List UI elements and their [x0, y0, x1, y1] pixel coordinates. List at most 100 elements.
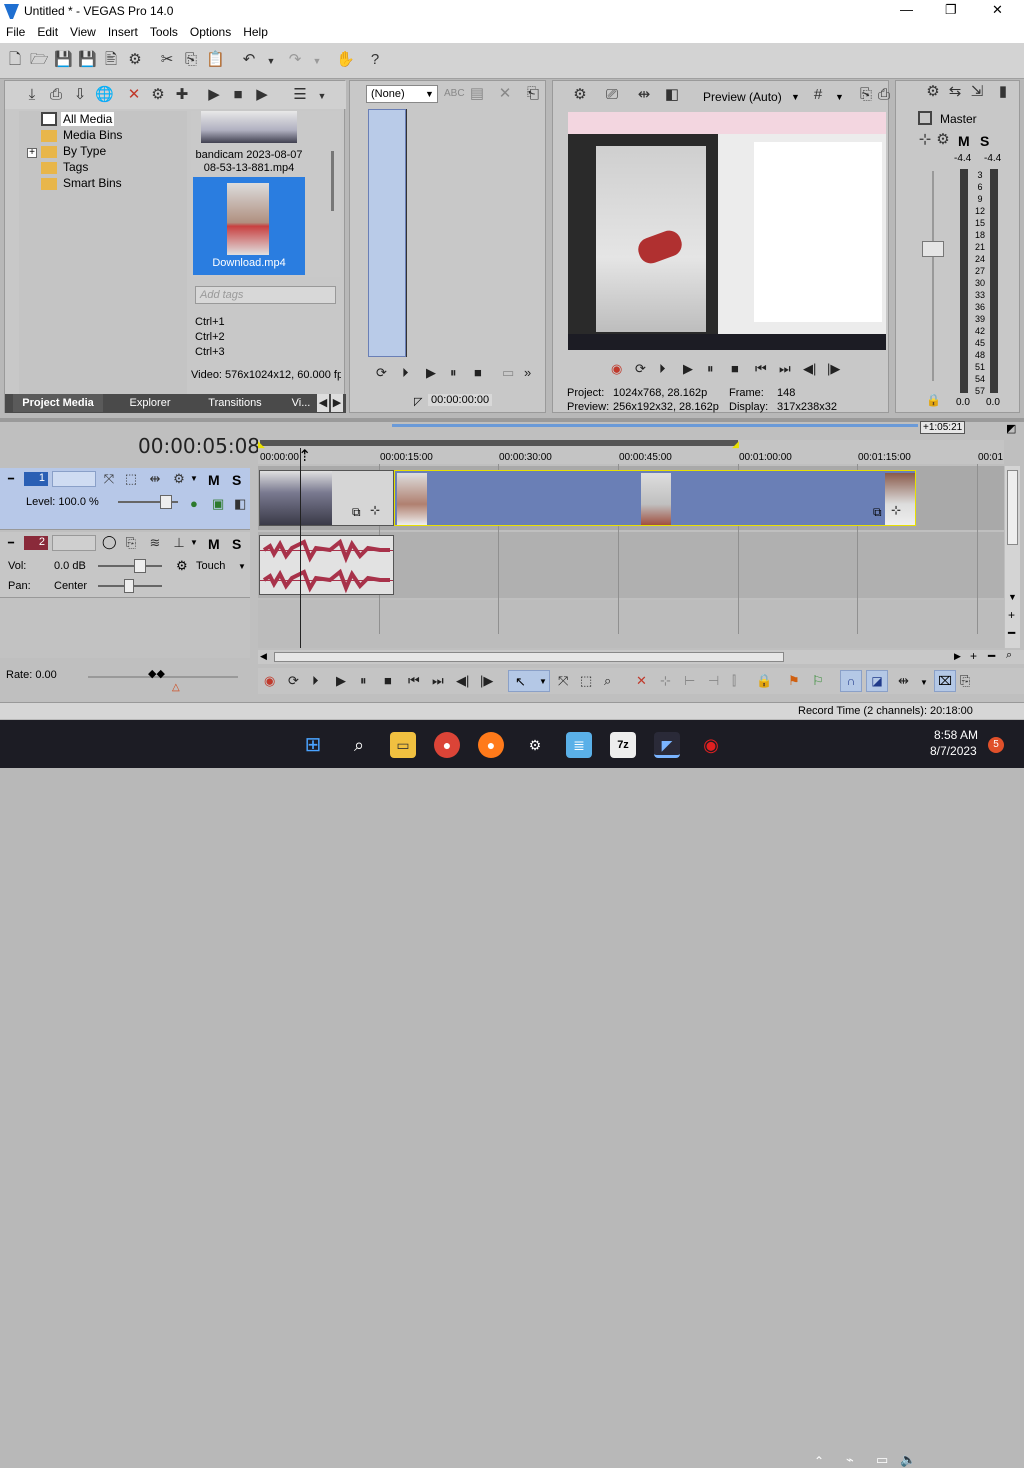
recorder-icon[interactable]: ◉ [698, 732, 724, 758]
chevron-down-icon[interactable]: ▼ [238, 562, 246, 571]
composite-icon[interactable]: ⇹ [146, 470, 164, 488]
go-to-end-icon[interactable]: ⏭ [432, 673, 444, 689]
previous-frame-icon[interactable]: ◀| [456, 673, 469, 689]
shortcut-3[interactable]: Ctrl+3 [195, 346, 336, 361]
track-list-scroll-icon[interactable]: ◩ [1006, 422, 1016, 435]
clear-icon[interactable]: ✕ [496, 85, 514, 103]
render-icon[interactable]: 🖹 [102, 51, 120, 69]
timeline-hscroll[interactable]: ◀ ▶ + ━ ⌕ [258, 649, 1024, 664]
mute-button[interactable]: M [208, 472, 220, 488]
next-frame-icon[interactable]: |▶ [827, 361, 840, 377]
undo-dropdown-icon[interactable]: ▼ [262, 52, 280, 70]
slider-thumb[interactable] [160, 495, 172, 509]
tree-item-tags[interactable]: Tags [41, 160, 131, 176]
overwrite-icon[interactable]: ▭ [502, 365, 514, 381]
menu-view[interactable]: View [64, 23, 102, 41]
notification-badge[interactable]: 5 [988, 737, 1004, 753]
tab-scroll-left-icon[interactable]: ◀ [317, 394, 329, 412]
selection-edit-icon[interactable]: ⬚ [580, 673, 592, 689]
stop-icon[interactable]: ■ [474, 365, 482, 381]
menu-help[interactable]: Help [237, 23, 274, 41]
views-icon[interactable]: ☰ [291, 86, 309, 104]
play-icon[interactable]: ▶ [336, 673, 346, 689]
level-slider[interactable] [118, 495, 178, 509]
master-fx-icon[interactable]: ⇆ [946, 83, 964, 101]
scroll-down-icon[interactable]: ▼ [1008, 592, 1017, 602]
trim-end-icon[interactable]: ⊣ [708, 673, 719, 689]
capture-icon[interactable]: ⎙ [47, 86, 65, 104]
tree-item-by-type[interactable]: By Type [41, 144, 131, 160]
record-icon[interactable]: ◉ [264, 673, 275, 689]
chevron-down-icon[interactable]: ▼ [920, 678, 928, 687]
audio-clip[interactable] [259, 535, 394, 595]
chevron-down-icon[interactable]: ▼ [190, 474, 198, 483]
downmix-icon[interactable]: ⇲ [968, 83, 986, 101]
views-dropdown-icon[interactable]: ▼ [313, 87, 331, 105]
track-gear-icon[interactable]: ⚙ [170, 470, 188, 488]
scroll-right-icon[interactable]: ▶ [954, 651, 961, 662]
media-thumb-download-selected[interactable]: Download.mp4 [193, 177, 305, 275]
get-media-icon[interactable]: ⇩ [71, 86, 89, 104]
vegas-app-icon[interactable]: ◤ [654, 732, 680, 758]
tab-video-fx[interactable]: Vi... [289, 394, 313, 412]
trimmer-options-icon[interactable]: ⎗ [524, 85, 542, 103]
auto-preview-icon[interactable]: ▶ [253, 86, 271, 104]
hscroll-thumb[interactable] [274, 652, 784, 662]
trimmer-preset-select[interactable]: (None) ▼ [366, 85, 438, 103]
clock-time[interactable]: 8:58 AM [934, 728, 978, 742]
menu-options[interactable]: Options [184, 23, 237, 41]
menu-file[interactable]: File [0, 23, 31, 41]
play-icon[interactable]: ▶ [205, 86, 223, 104]
playhead-cursor[interactable] [300, 448, 301, 648]
vol-slider[interactable] [98, 559, 162, 573]
loop-icon[interactable]: ⟳ [288, 673, 299, 689]
zoom-out-icon[interactable]: ━ [1008, 626, 1015, 640]
minimize-button[interactable]: — [900, 2, 913, 17]
tree-item-smart-bins[interactable]: Smart Bins [41, 176, 131, 192]
go-to-start-icon[interactable]: ⏮ [755, 361, 767, 377]
dim-output-icon[interactable]: ▮ [994, 83, 1012, 101]
save-as-icon[interactable]: 💾 [78, 51, 97, 69]
tab-project-media[interactable]: Project Media [13, 394, 103, 412]
master-mute-button[interactable]: M [958, 133, 970, 149]
more-icon[interactable]: » [524, 365, 531, 381]
lock-icon[interactable]: 🔒 [926, 393, 941, 407]
file-explorer-icon[interactable]: ▭ [390, 732, 416, 758]
expand-icon[interactable]: + [27, 148, 37, 158]
tags-input[interactable]: Add tags [195, 286, 336, 304]
trim-start-icon[interactable]: ⊢ [684, 673, 695, 689]
close-button[interactable]: ✕ [992, 2, 1003, 18]
rate-slider-thumb[interactable]: ◆◆ [148, 667, 165, 680]
video-clip-download[interactable]: ⧉ ⊹ [394, 470, 916, 526]
pause-icon[interactable]: ⏸ [360, 673, 367, 689]
volume-icon[interactable]: 🔈 [900, 1452, 916, 1468]
cut-icon[interactable]: ✂ [158, 51, 176, 69]
automation-icon[interactable]: ≋ [146, 534, 164, 552]
web-icon[interactable]: 🌐 [95, 86, 114, 104]
slider-thumb[interactable] [134, 559, 146, 573]
timeline-vscroll-thumb[interactable] [1007, 470, 1018, 545]
chrome-icon[interactable]: ● [434, 732, 460, 758]
external-monitor-icon[interactable]: ⎚ [603, 86, 621, 104]
record-icon[interactable]: ◉ [611, 361, 622, 377]
hzoom-out-icon[interactable]: ━ [988, 649, 995, 663]
chevron-down-icon[interactable]: ▼ [791, 92, 800, 102]
zoom-edit-icon[interactable]: ⌕ [604, 673, 611, 689]
redo-dropdown-icon[interactable]: ▼ [308, 52, 326, 70]
preview-quality-select[interactable]: Preview (Auto) [703, 90, 782, 104]
master-fader-handle[interactable] [922, 241, 944, 257]
loop-icon[interactable]: ⟳ [635, 361, 646, 377]
chevron-down-icon[interactable]: ▼ [190, 538, 198, 547]
crop-icon[interactable]: ⧉ [873, 505, 882, 520]
touch-gear-icon[interactable]: ⚙ [176, 558, 188, 574]
scroll-left-icon[interactable]: ◀ [260, 651, 267, 662]
properties-gear-icon[interactable]: ⚙ [126, 51, 144, 69]
clock-date[interactable]: 8/7/2023 [930, 744, 977, 758]
open-folder-icon[interactable]: 🗁 [30, 51, 49, 69]
menu-tools[interactable]: Tools [144, 23, 184, 41]
master-gear-icon[interactable]: ⚙ [924, 83, 942, 101]
track-header-video[interactable]: ━ 1 ⤧ ⬚ ⇹ ⚙ ▼ M S Level: 100.0 % ● ▣ ◧ [0, 468, 250, 530]
go-to-start-icon[interactable]: ⏮ [408, 673, 420, 689]
loop-start-marker[interactable]: ◣ [258, 439, 265, 450]
overlays-icon[interactable]: ◧ [663, 86, 681, 104]
